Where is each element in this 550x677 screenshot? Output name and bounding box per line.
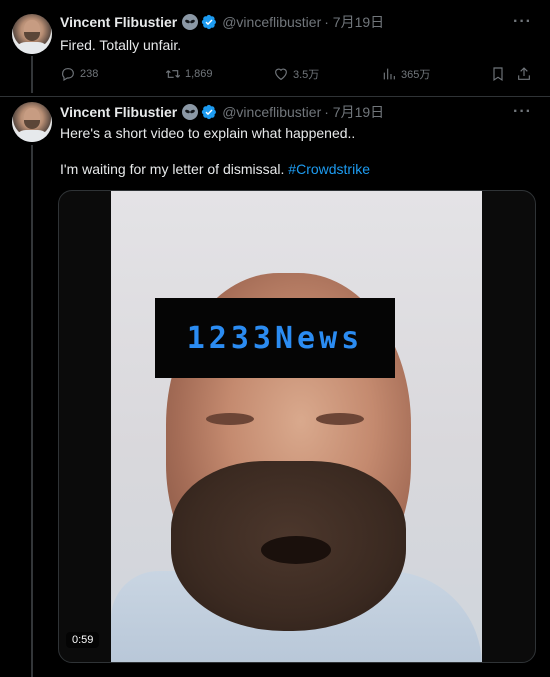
views-count: 365万 [401, 69, 431, 81]
more-icon[interactable]: ··· [513, 12, 532, 32]
video-subject-eye [316, 413, 364, 425]
watermark-text: 1233News [186, 320, 364, 356]
share-button[interactable] [516, 66, 532, 82]
bookmark-icon [493, 67, 503, 82]
alien-emoji-icon [182, 104, 199, 120]
tweet-actions: 238 1,869 3.5万 365万 [60, 64, 535, 84]
tweet-text-line: Here's a short video to explain what hap… [60, 125, 356, 141]
video-duration-badge: 0:59 [66, 632, 100, 648]
retweet-icon [165, 70, 181, 78]
tweet[interactable]: Vincent Flibustier @vinceflibustier · 7月… [0, 0, 550, 97]
bookmark-button[interactable] [490, 66, 506, 82]
avatar[interactable] [12, 102, 52, 142]
like-button[interactable]: 3.5万 [273, 66, 319, 82]
verified-badge-icon [202, 14, 217, 30]
tweet-text-line-2: I'm waiting for my letter of dismissal. … [60, 160, 370, 179]
news-watermark: 1233News [155, 298, 395, 378]
reply-icon [62, 68, 74, 82]
hashtag-link[interactable]: #Crowdstrike [288, 161, 370, 177]
tweet-header: Vincent Flibustier @vinceflibustier · 7月… [60, 102, 384, 122]
tweet-time[interactable]: · 7月19日 [324, 12, 384, 32]
views-icon [383, 68, 395, 80]
share-icon [518, 67, 530, 80]
author-name[interactable]: Vincent Flibustier [60, 104, 177, 120]
video-subject-eye [206, 413, 254, 425]
heart-icon [275, 68, 287, 81]
tweet-text: Fired. Totally unfair. [60, 37, 182, 53]
video-frame[interactable] [111, 191, 482, 662]
avatar[interactable] [12, 14, 52, 54]
tweet[interactable]: Vincent Flibustier @vinceflibustier · 7月… [0, 96, 550, 677]
verified-badge-icon [202, 104, 217, 120]
video-player[interactable] [58, 190, 536, 663]
alien-emoji-icon [182, 14, 199, 30]
retweet-button[interactable]: 1,869 [165, 66, 213, 82]
views-button[interactable]: 365万 [381, 66, 430, 82]
tweet-time[interactable]: · 7月19日 [324, 102, 384, 122]
reply-count: 238 [80, 68, 99, 80]
author-handle[interactable]: @vinceflibustier [222, 14, 321, 30]
author-name[interactable]: Vincent Flibustier [60, 14, 177, 30]
tweet-text: I'm waiting for my letter of dismissal. [60, 161, 285, 177]
video-subject-mouth [261, 536, 331, 564]
author-handle[interactable]: @vinceflibustier [222, 104, 321, 120]
retweet-count: 1,869 [185, 68, 213, 80]
reply-button[interactable]: 238 [60, 66, 98, 82]
tweet-header: Vincent Flibustier @vinceflibustier · 7月… [60, 12, 384, 32]
like-count: 3.5万 [293, 69, 320, 81]
more-icon[interactable]: ··· [513, 102, 532, 122]
